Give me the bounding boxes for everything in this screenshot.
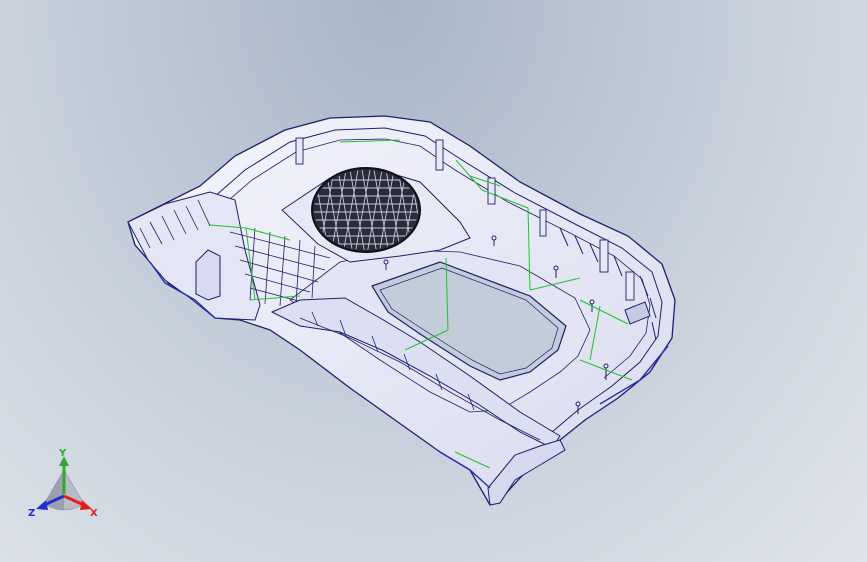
x-axis-label: X — [90, 508, 98, 519]
graphics-viewport[interactable] — [0, 0, 867, 562]
view-orientation-triad[interactable]: Y X Z — [22, 446, 106, 526]
z-axis-label: Z — [28, 508, 35, 519]
cad-model-part[interactable] — [127, 115, 676, 506]
y-axis-label: Y — [58, 448, 67, 459]
